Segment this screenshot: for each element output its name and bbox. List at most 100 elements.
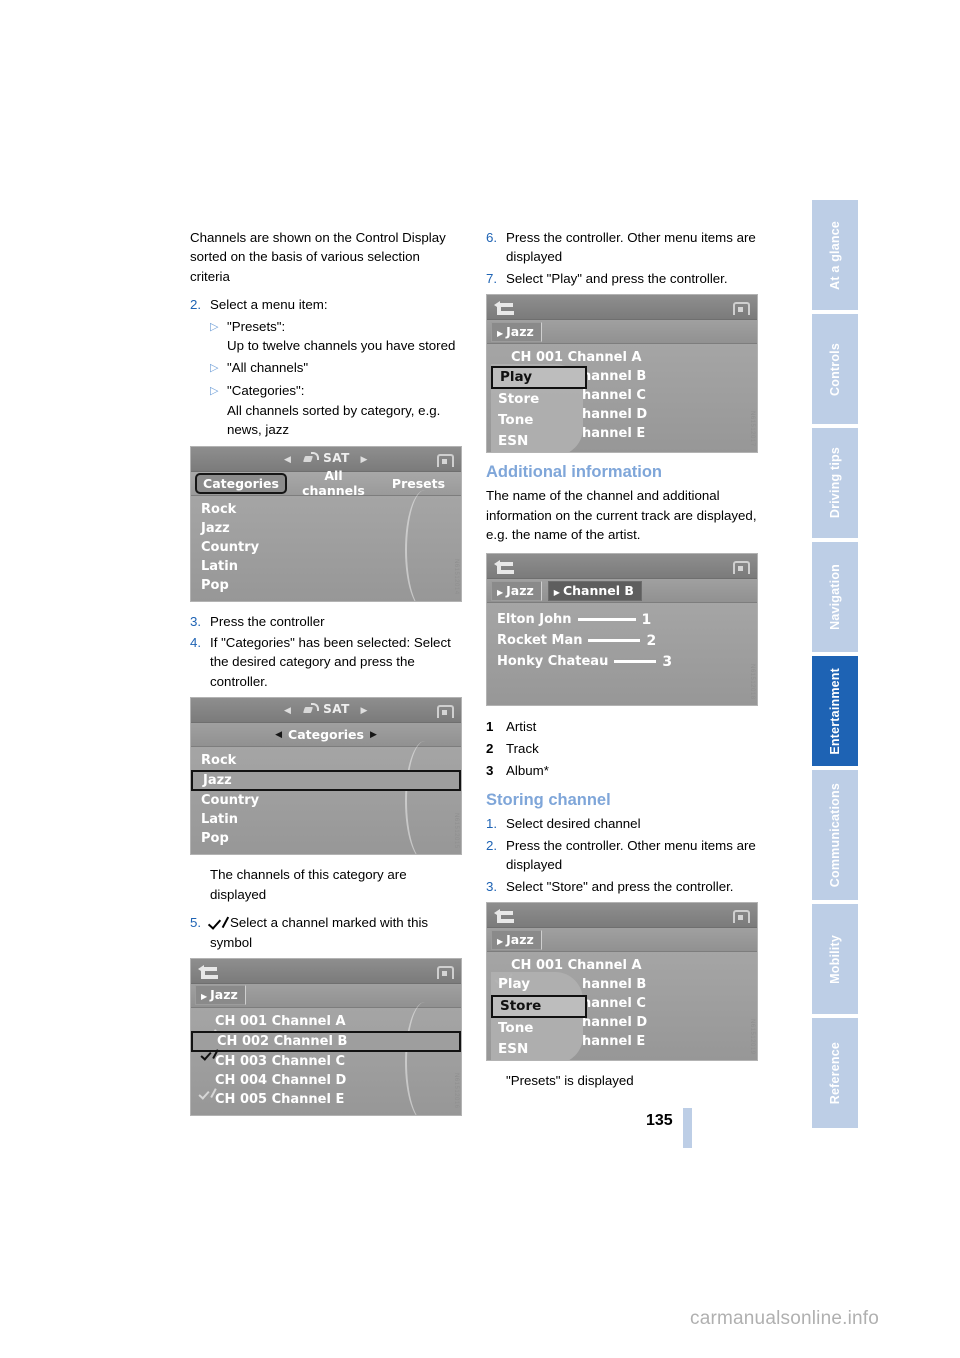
section-heading-storing-channel: Storing channel	[486, 791, 611, 810]
menu-item-play[interactable]: Play	[491, 366, 587, 390]
triangle-bullet-icon: ▷	[210, 320, 219, 333]
menu-item-tone[interactable]: Tone	[491, 410, 583, 431]
caret-icon: ▶	[497, 587, 504, 597]
screen-title-text: SAT	[323, 702, 350, 717]
next-arrow-icon: ▶	[369, 729, 377, 740]
triangle-bullet-icon: ▷	[210, 385, 219, 398]
list-item[interactable]: Pop	[191, 576, 461, 595]
legend-number: 1	[486, 719, 494, 735]
list-item[interactable]: Country	[191, 791, 461, 810]
list-item[interactable]: Latin	[191, 810, 461, 829]
list-item[interactable]: Jazz	[191, 519, 461, 538]
tab-entertainment[interactable]: Entertainment	[812, 656, 858, 766]
left-column: Channels are shown on the Control Displa…	[190, 228, 462, 1126]
storing-step-1: 1. Select desired channel	[486, 814, 758, 833]
list-item[interactable]: Rock	[191, 500, 461, 519]
home-icon[interactable]	[732, 558, 750, 575]
artist-name: Elton John	[497, 612, 572, 628]
breadcrumb-channel-b[interactable]: ▶ Channel B	[547, 580, 642, 601]
screen-tab-all-channels[interactable]: All channels	[291, 468, 376, 498]
idrive-screenshot-categories-tabs: ◀ SAT ▶ Categories All channels Presets …	[190, 445, 462, 602]
tab-reference[interactable]: Reference	[812, 1018, 858, 1128]
step-number: 6.	[486, 230, 498, 245]
screen-tab-presets[interactable]: Presets	[376, 476, 461, 491]
step-text: Select "Store" and press the controller.	[506, 878, 734, 894]
list-item-selected[interactable]: Jazz	[191, 770, 461, 792]
menu-item-tone[interactable]: Tone	[491, 1018, 583, 1039]
back-icon[interactable]	[494, 908, 514, 924]
step-2: 2. Select a menu item:	[190, 295, 462, 314]
intro-paragraph: Channels are shown on the Control Displa…	[190, 230, 446, 284]
table-row[interactable]: CH 005 Channel E	[191, 1090, 461, 1109]
step-number: 7.	[486, 270, 498, 286]
storing-step-3: 3. Select "Store" and press the controll…	[486, 877, 758, 896]
breadcrumb-jazz[interactable]: ▶ Jazz	[491, 580, 542, 601]
album-name: Honky Chateau	[497, 654, 609, 670]
satellite-icon	[302, 451, 320, 464]
checkmark-icon	[210, 915, 227, 928]
table-row[interactable]: CH 004 Channel D	[191, 1071, 461, 1090]
table-row[interactable]: CH 003 Channel C	[191, 1052, 461, 1071]
list-item[interactable]: Latin	[191, 557, 461, 576]
tab-controls[interactable]: Controls	[812, 314, 858, 424]
callout-number: 1	[641, 611, 652, 628]
step-text: Press the controller. Other menu items a…	[506, 230, 756, 265]
list-item[interactable]: Rock	[191, 751, 461, 770]
bullet-title: "Presets":	[227, 318, 286, 334]
caret-icon: ▶	[553, 587, 560, 597]
step-number: 2.	[486, 837, 498, 853]
legend-album: 3 Album*	[486, 760, 758, 781]
prev-arrow-icon: ◀	[284, 454, 292, 465]
menu-item-esn[interactable]: ESN	[491, 431, 583, 452]
menu-item-esn[interactable]: ESN	[491, 1039, 583, 1060]
breadcrumb-categories[interactable]: Categories	[288, 727, 364, 742]
home-icon[interactable]	[436, 702, 454, 719]
screen-top-bar	[487, 903, 757, 929]
caret-icon: ▶	[497, 936, 504, 946]
tab-label: Mobility	[828, 934, 842, 984]
tab-navigation[interactable]: Navigation	[812, 542, 858, 652]
bullet-title: "Categories":	[227, 383, 305, 399]
site-watermark: carmanualsonline.info	[690, 1308, 880, 1329]
step-7: 7. Select "Play" and press the controlle…	[486, 269, 758, 288]
leader-line	[577, 618, 636, 622]
list-item[interactable]: Country	[191, 538, 461, 557]
home-icon[interactable]	[436, 451, 454, 467]
home-icon[interactable]	[436, 963, 454, 979]
bullet-detail: All channels sorted by category, e.g. ne…	[227, 402, 441, 438]
leader-line	[614, 660, 657, 664]
tab-at-a-glance[interactable]: At a glance	[812, 200, 858, 310]
step-number: 2.	[190, 297, 202, 313]
screen-breadcrumb-row: ▶ Jazz	[487, 320, 757, 345]
figure-code-watermark: N61512015	[453, 812, 459, 849]
menu-item-store[interactable]: Store	[491, 995, 587, 1019]
figure-code-watermark: N61512018	[749, 663, 755, 700]
figure-code-watermark: N61512019	[749, 1018, 755, 1055]
tab-label: Controls	[828, 342, 842, 396]
back-icon[interactable]	[198, 964, 218, 979]
tab-mobility[interactable]: Mobility	[812, 904, 858, 1014]
back-icon[interactable]	[494, 559, 514, 575]
screen-breadcrumb-row: ▶ Jazz	[191, 983, 461, 1008]
legend-artist: 1 Artist	[486, 716, 758, 737]
screen-tab-categories[interactable]: Categories	[195, 472, 287, 494]
tab-driving-tips[interactable]: Driving tips	[812, 428, 858, 538]
breadcrumb-jazz[interactable]: ▶ Jazz	[195, 985, 246, 1006]
menu-item-play[interactable]: Play	[491, 974, 583, 995]
menu-item-store[interactable]: Store	[491, 389, 583, 410]
idrive-screenshot-popup-play: ▶ Jazz CH 001 Channel A hannel B hannel C…	[486, 294, 758, 454]
home-icon[interactable]	[732, 299, 750, 316]
tab-communications[interactable]: Communications	[812, 770, 858, 900]
figure-code-watermark: N61512016	[453, 1073, 459, 1109]
table-row-selected[interactable]: CH 002 Channel B	[191, 1030, 461, 1052]
breadcrumb-jazz[interactable]: ▶ Jazz	[491, 929, 542, 950]
next-arrow-icon: ▶	[360, 454, 368, 465]
home-icon[interactable]	[732, 907, 750, 924]
legend-number: 3	[486, 763, 494, 779]
back-icon[interactable]	[494, 300, 514, 316]
screen-top-bar	[487, 554, 757, 580]
list-item[interactable]: Pop	[191, 829, 461, 848]
screen-tab-row: Categories All channels Presets	[191, 468, 461, 498]
breadcrumb-jazz[interactable]: ▶ Jazz	[491, 321, 542, 342]
table-row[interactable]: CH 001 Channel A	[191, 1012, 461, 1031]
